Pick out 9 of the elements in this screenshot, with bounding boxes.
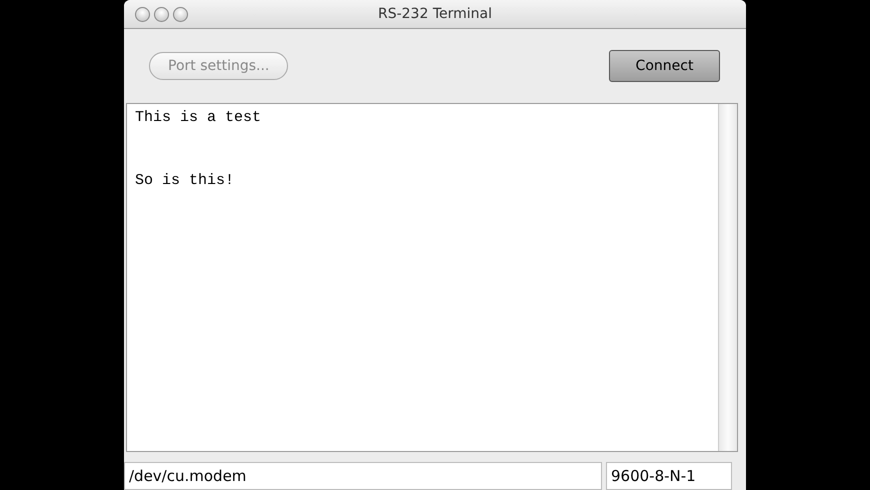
- connect-button[interactable]: Connect: [609, 50, 720, 82]
- settings-field: 9600-8-N-1: [606, 462, 732, 490]
- window-control-icon[interactable]: [173, 6, 188, 22]
- scrollbar[interactable]: [718, 104, 737, 451]
- window-control-icon[interactable]: [135, 6, 150, 22]
- terminal-output: This is a test So is this!: [135, 108, 262, 191]
- window-control-icon[interactable]: [154, 6, 169, 22]
- port-field: /dev/cu.modem: [124, 462, 602, 490]
- window-title: RS-232 Terminal: [378, 6, 492, 22]
